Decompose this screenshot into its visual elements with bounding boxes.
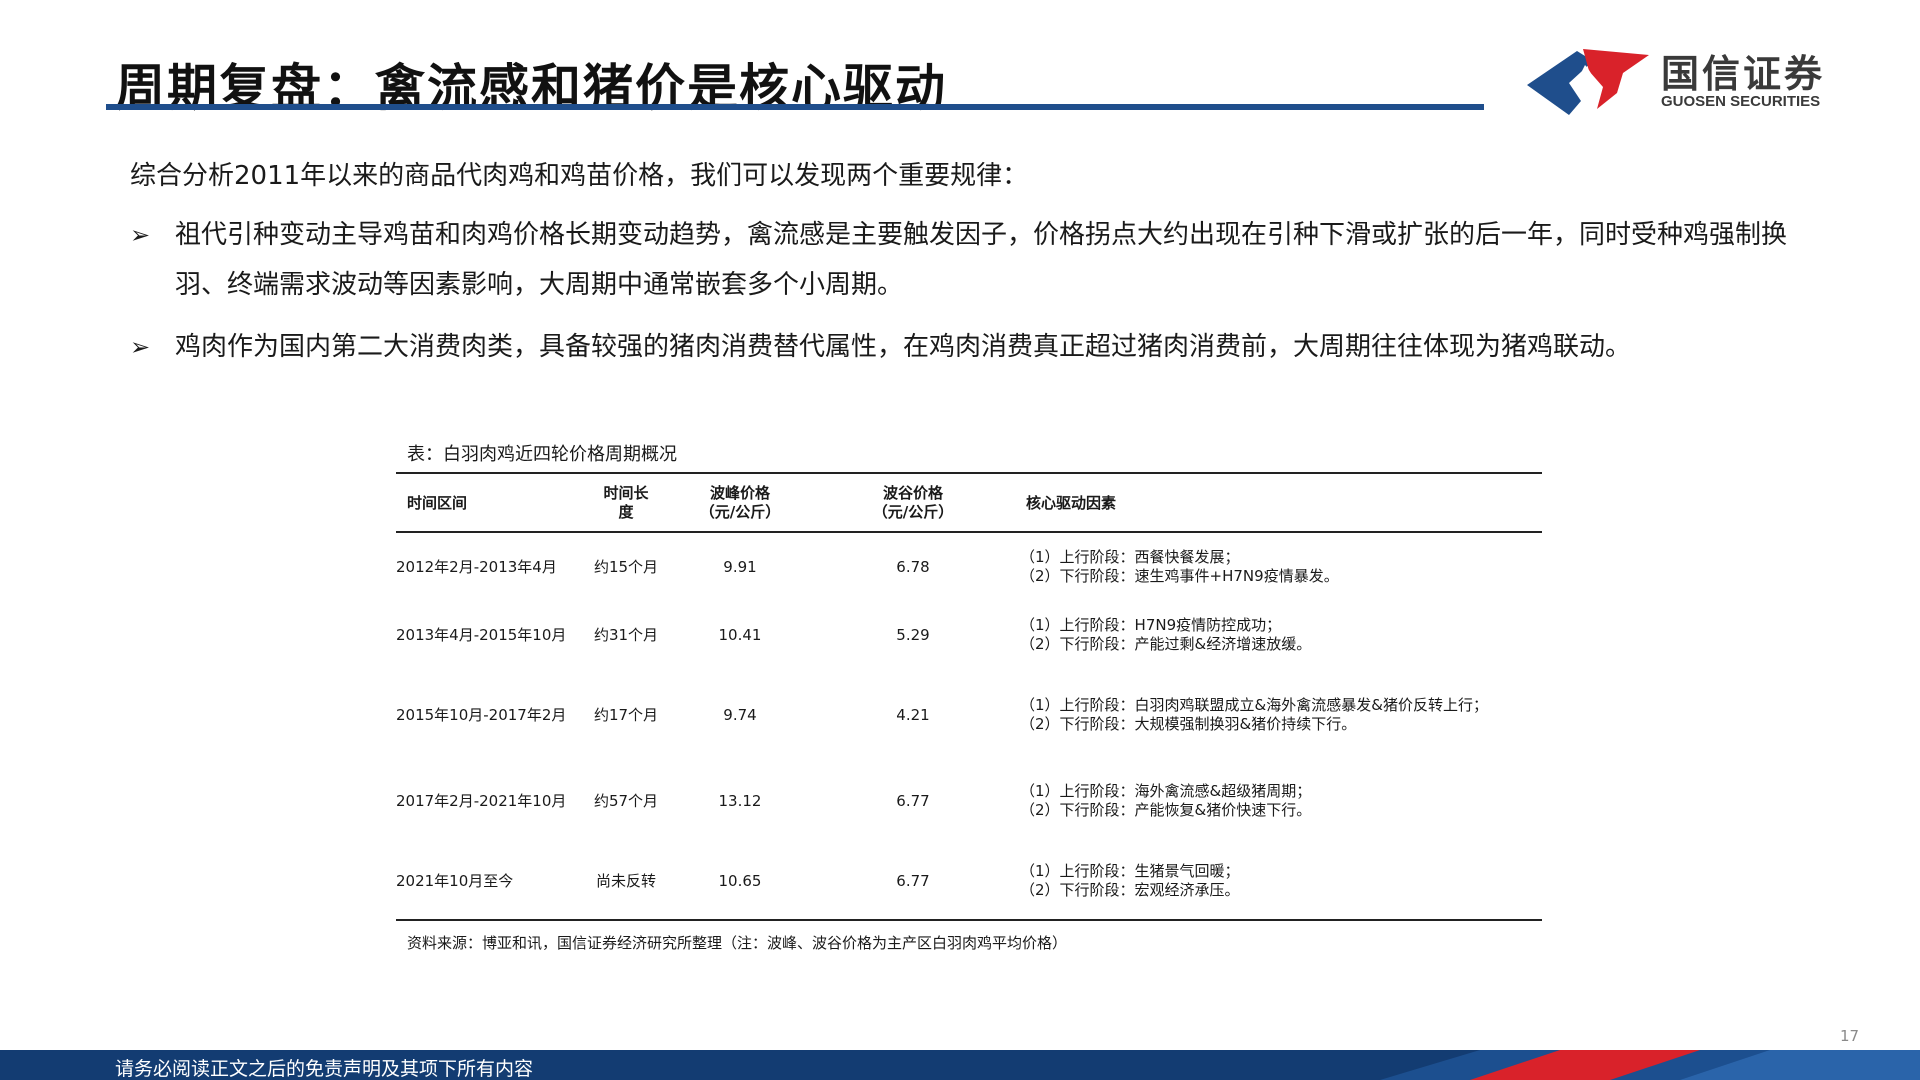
cell-trough: 6.77 — [896, 872, 930, 890]
cell-peak: 9.74 — [723, 706, 757, 724]
cell-drivers: （1）上行阶段：H7N9疫情防控成功； （2）下行阶段：产能过剩&经济增速放缓。 — [1020, 616, 1312, 653]
logo-mark-icon — [1527, 49, 1649, 115]
header-period: 时间区间 — [407, 494, 468, 512]
cell-duration: 尚未反转 — [595, 872, 656, 890]
bullet-item: ➢ 鸡肉作为国内第二大消费肉类，具备较强的猪肉消费替代属性，在鸡肉消费真正超过猪… — [130, 322, 1810, 372]
bullet-text: 祖代引种变动主导鸡苗和肉鸡价格长期变动趋势，禽流感是主要触发因子，价格拐点大约出… — [175, 220, 1788, 300]
cell-drivers: （1）上行阶段：白羽肉鸡联盟成立&海外禽流感暴发&猪价反转上行； （2）下行阶段… — [1020, 696, 1488, 733]
cell-duration: 约15个月 — [593, 558, 659, 576]
logo-text-cn: 国信证券 — [1661, 52, 1826, 96]
cell-trough: 5.29 — [896, 626, 930, 644]
arrow-bullet-icon: ➢ — [130, 333, 151, 361]
cell-peak: 10.41 — [718, 626, 762, 644]
cell-trough: 6.78 — [896, 558, 930, 576]
cell-duration: 约31个月 — [593, 626, 659, 644]
header-duration: 时间长 度 — [603, 484, 649, 521]
table-bottom-rule — [396, 919, 1542, 921]
header-peak-price: 波峰价格 （元/公斤） — [699, 484, 781, 521]
header-trough-price: 波谷价格 （元/公斤） — [872, 484, 954, 521]
footer-bar: 请务必阅读正文之后的免责声明及其项下所有内容 — [0, 1050, 1920, 1080]
cell-period: 2013年4月-2015年10月 — [396, 626, 567, 644]
page-number: 17 — [1840, 1027, 1860, 1045]
bullet-item: ➢ 祖代引种变动主导鸡苗和肉鸡价格长期变动趋势，禽流感是主要触发因子，价格拐点大… — [130, 210, 1810, 310]
cell-period: 2021年10月至今 — [396, 872, 514, 890]
cell-trough: 4.21 — [896, 706, 930, 724]
arrow-bullet-icon: ➢ — [130, 221, 151, 249]
cell-duration: 约17个月 — [593, 706, 659, 724]
header-drivers: 核心驱动因素 — [1026, 494, 1117, 512]
cell-drivers: （1）上行阶段：海外禽流感&超级猪周期； （2）下行阶段：产能恢复&猪价快速下行… — [1020, 782, 1312, 819]
cell-duration: 约57个月 — [593, 792, 659, 810]
company-logo: 国信证券 GUOSEN SECURITIES — [1525, 43, 1825, 118]
table-top-rule — [396, 472, 1542, 474]
cell-period: 2012年2月-2013年4月 — [396, 558, 557, 576]
cell-drivers: （1）上行阶段：生猪景气回暖； （2）下行阶段：宏观经济承压。 — [1020, 862, 1240, 899]
table-source-note: 资料来源：博亚和讯，国信证券经济研究所整理（注：波峰、波谷价格为主产区白羽肉鸡平… — [407, 934, 1068, 952]
cell-peak: 10.65 — [718, 872, 762, 890]
footer-disclaimer: 请务必阅读正文之后的免责声明及其项下所有内容 — [115, 1058, 534, 1080]
cell-peak: 9.91 — [723, 558, 757, 576]
title-underline — [106, 104, 1484, 110]
cell-drivers: （1）上行阶段：西餐快餐发展； （2）下行阶段：速生鸡事件+H7N9疫情暴发。 — [1020, 548, 1339, 585]
bullet-text: 鸡肉作为国内第二大消费肉类，具备较强的猪肉消费替代属性，在鸡肉消费真正超过猪肉消… — [175, 332, 1632, 362]
cell-period: 2015年10月-2017年2月 — [396, 706, 567, 724]
cell-period: 2017年2月-2021年10月 — [396, 792, 567, 810]
table-header-rule — [396, 531, 1542, 533]
cell-trough: 6.77 — [896, 792, 930, 810]
cell-peak: 13.12 — [718, 792, 762, 810]
intro-text: 综合分析2011年以来的商品代肉鸡和鸡苗价格，我们可以发现两个重要规律： — [130, 161, 1029, 191]
table-caption: 表：白羽肉鸡近四轮价格周期概况 — [407, 444, 677, 465]
logo-text-en: GUOSEN SECURITIES — [1661, 93, 1821, 110]
